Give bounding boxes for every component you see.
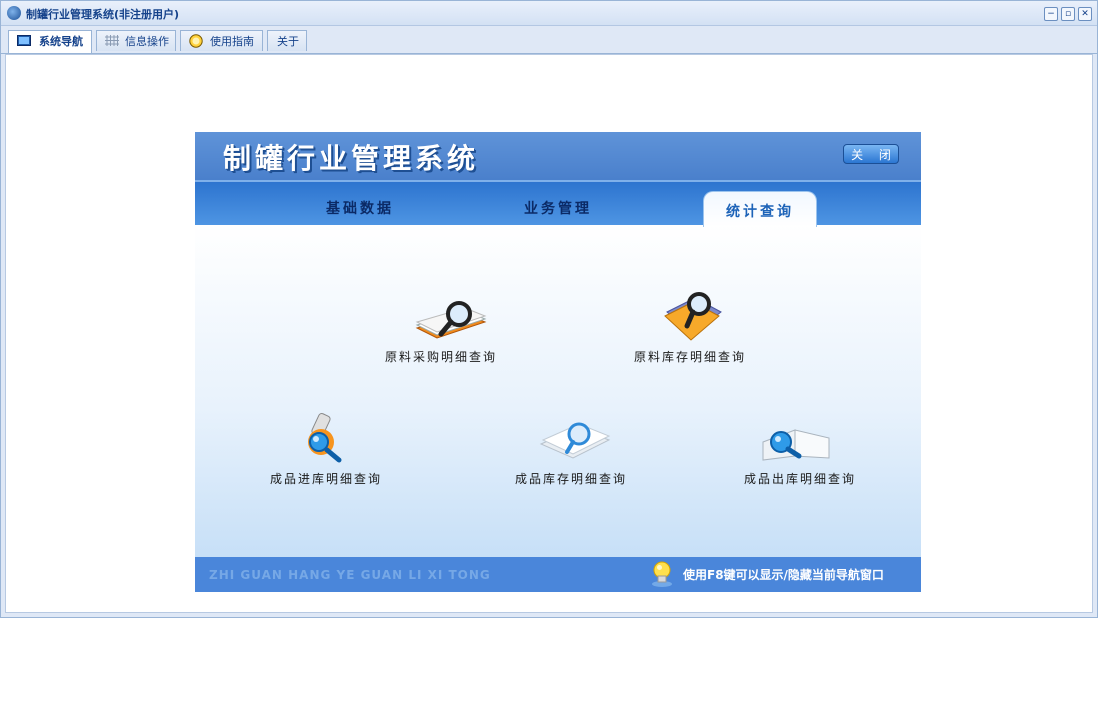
panel-footer: ZHI GUAN HANG YE GUAN LI XI TONG 使用F8键可以… (195, 557, 921, 592)
tab-statistics-query[interactable]: 统计查询 (703, 191, 817, 227)
grid-icon (105, 35, 119, 46)
tab-about[interactable]: 关于 (267, 30, 307, 51)
open-book-search-icon (762, 429, 830, 461)
item-label: 成品库存明细查询 (515, 472, 628, 486)
clock-icon (189, 34, 203, 48)
window-title: 制罐行业管理系统(非注册用户) (26, 8, 180, 21)
navigation-panel: 制罐行业管理系统 关 闭 基础数据 业务管理 统计查询 原料采购明细查询 原料库… (195, 132, 921, 592)
tab-label: 统计查询 (726, 204, 794, 220)
item-label: 成品出库明细查询 (744, 472, 857, 486)
finished-goods-inventory-query[interactable]: 成品库存明细查询 (515, 414, 639, 488)
tab-basic-data[interactable]: 基础数据 (326, 198, 394, 218)
title-bar[interactable]: 制罐行业管理系统(非注册用户) − ▫ ✕ (1, 1, 1097, 26)
tab-information-operation[interactable]: 信息操作 (96, 30, 176, 51)
document-search-icon (539, 422, 611, 459)
book-search-icon (415, 301, 487, 339)
item-label: 原料采购明细查询 (385, 350, 498, 364)
folder-search-icon (664, 292, 722, 341)
tab-business-management[interactable]: 业务管理 (524, 198, 592, 218)
lightbulb-icon (652, 561, 672, 587)
tab-user-guide[interactable]: 使用指南 (180, 30, 263, 51)
tab-label: 使用指南 (210, 35, 254, 48)
tab-label: 关于 (277, 35, 299, 48)
close-window-button[interactable]: ✕ (1078, 7, 1092, 21)
raw-material-inventory-query[interactable]: 原料库存明细查询 (633, 290, 757, 366)
tab-system-navigation[interactable]: 系统导航 (8, 30, 92, 53)
item-label: 成品进库明细查询 (270, 472, 383, 486)
tab-label: 系统导航 (39, 35, 83, 48)
item-label: 原料库存明细查询 (634, 350, 747, 364)
panel-title: 制罐行业管理系统 (223, 142, 480, 175)
footer-slogan: ZHI GUAN HANG YE GUAN LI XI TONG (209, 568, 491, 582)
footer-hint: 使用F8键可以显示/隐藏当前导航窗口 (683, 568, 884, 582)
panel-header: 制罐行业管理系统 关 闭 (195, 132, 921, 180)
scroll-search-icon (308, 412, 342, 463)
app-logo-icon (7, 6, 21, 20)
tab-label: 信息操作 (125, 35, 169, 48)
minimize-button[interactable]: − (1044, 7, 1058, 21)
close-button[interactable]: 关 闭 (843, 144, 899, 164)
finished-goods-inbound-query[interactable]: 成品进库明细查询 (269, 412, 393, 488)
raw-material-purchase-query[interactable]: 原料采购明细查询 (383, 292, 507, 366)
panel-tab-bar: 基础数据 业务管理 统计查询 (195, 180, 921, 227)
restore-button[interactable]: ▫ (1061, 7, 1075, 21)
monitor-icon (17, 35, 31, 46)
finished-goods-outbound-query[interactable]: 成品出库明细查询 (743, 414, 867, 488)
top-tab-strip: 系统导航 信息操作 使用指南 关于 (1, 27, 1097, 54)
